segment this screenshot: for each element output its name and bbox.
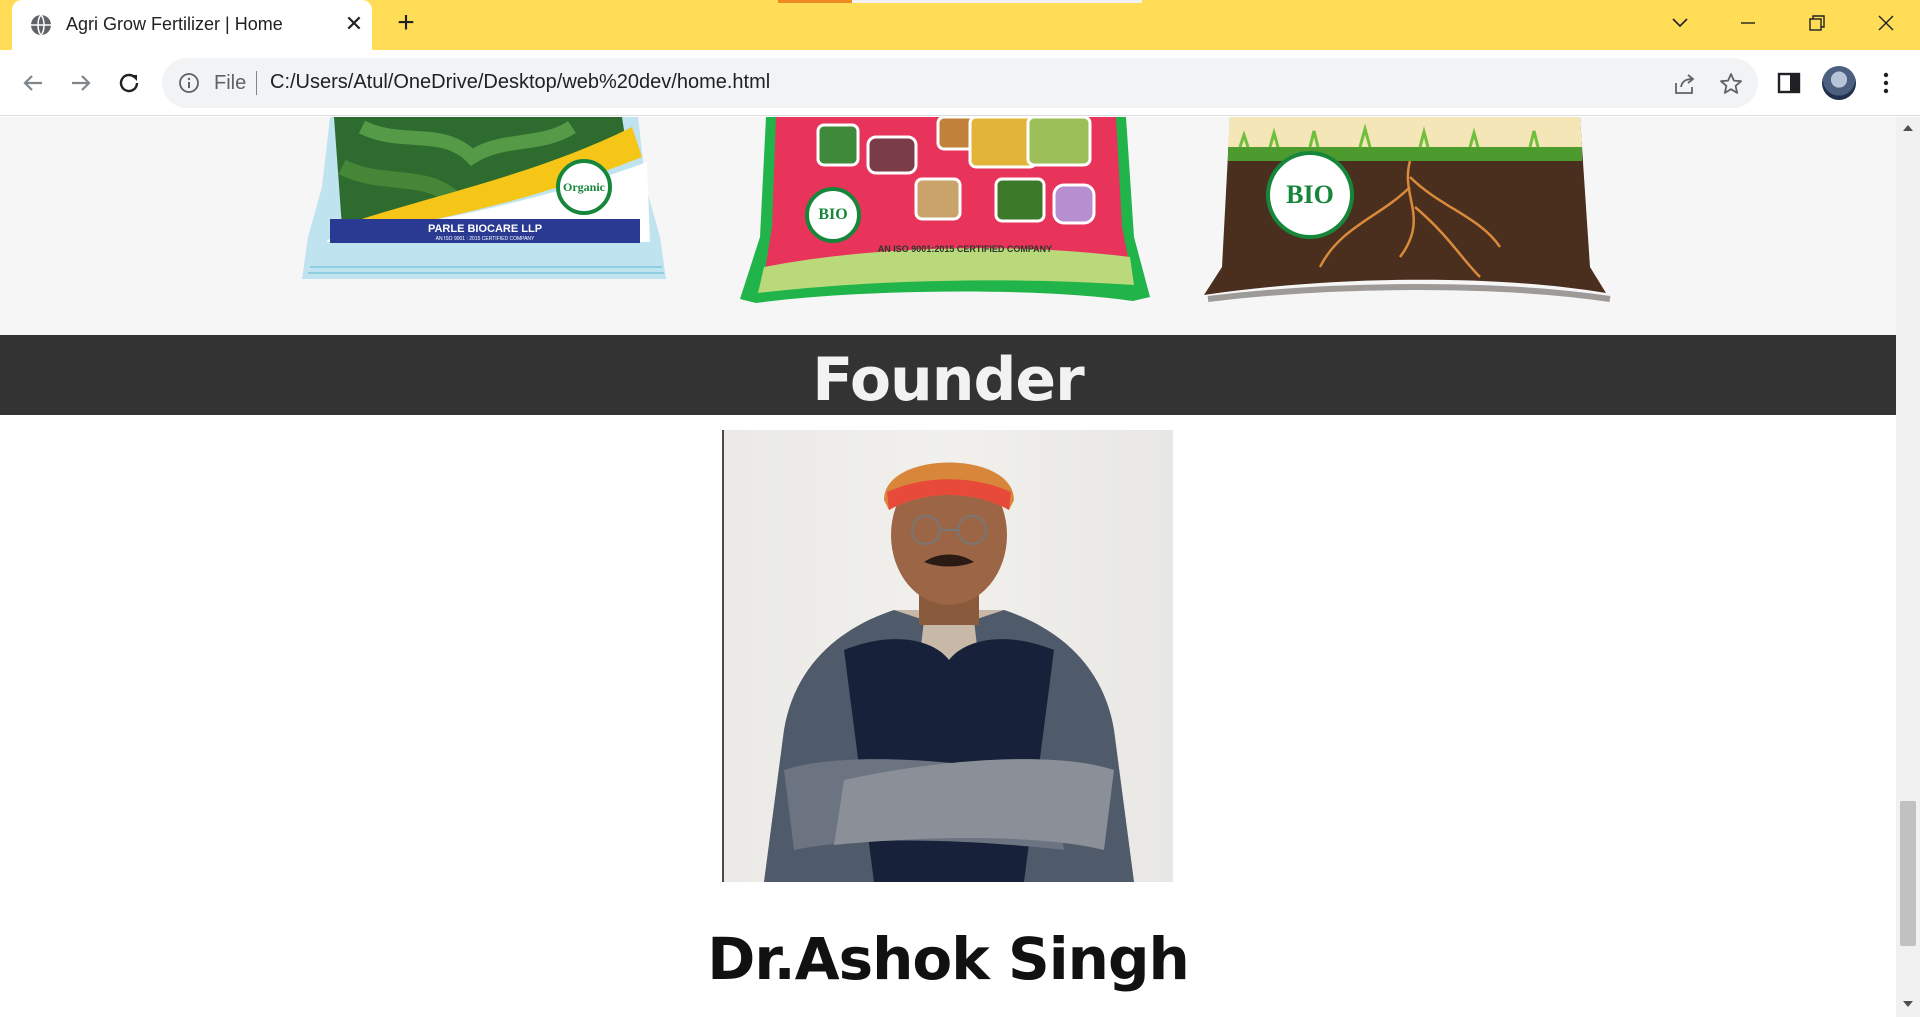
- avatar[interactable]: [1822, 66, 1856, 100]
- active-tab[interactable]: Agri Grow Fertilizer | Home ✕: [12, 0, 372, 50]
- forward-icon[interactable]: [64, 66, 98, 100]
- chevron-down-icon[interactable]: [1660, 6, 1700, 40]
- product-company-label: PARLE BIOCARE LLP: [427, 223, 543, 235]
- globe-icon: [31, 14, 51, 36]
- scrollbar-thumb[interactable]: [1900, 801, 1916, 946]
- close-icon[interactable]: ✕: [342, 10, 366, 38]
- page-viewport: Organic PARLE BIOCARE LLP AN ISO 9001 : …: [0, 117, 1896, 1017]
- tab-strip: Agri Grow Fertilizer | Home ✕ +: [0, 0, 1920, 50]
- share-icon[interactable]: [1672, 71, 1698, 97]
- tab-strip-accent: [778, 0, 852, 3]
- browser-toolbar: File C:/Users/Atul/OneDrive/Desktop/web%…: [0, 50, 1920, 116]
- scroll-down-icon[interactable]: [1902, 999, 1914, 1009]
- organic-badge: Organic: [556, 159, 612, 215]
- page-scrollbar[interactable]: [1896, 117, 1920, 1017]
- window-close-icon[interactable]: [1866, 6, 1906, 40]
- star-icon[interactable]: [1718, 71, 1744, 97]
- info-icon[interactable]: [178, 72, 200, 94]
- address-bar[interactable]: File C:/Users/Atul/OneDrive/Desktop/web%…: [162, 58, 1758, 108]
- founder-photo: [722, 430, 1173, 882]
- product-certification-label-2: AN ISO 9001:2015 CERTIFIED COMPANY: [877, 244, 1053, 254]
- plus-icon[interactable]: +: [390, 8, 422, 40]
- reload-icon[interactable]: [112, 66, 146, 100]
- scroll-up-icon[interactable]: [1902, 123, 1914, 133]
- side-panel-icon[interactable]: [1776, 70, 1802, 96]
- product-image-bio-soil[interactable]: [1200, 117, 1614, 307]
- tab-strip-highlight: [852, 0, 1142, 3]
- products-section: Organic PARLE BIOCARE LLP AN ISO 9001 : …: [0, 117, 1896, 335]
- back-icon[interactable]: [16, 66, 50, 100]
- tab-title: Agri Grow Fertilizer | Home: [66, 14, 283, 34]
- minimize-icon[interactable]: [1728, 6, 1768, 40]
- founder-name: Dr.Ashok Singh: [707, 925, 1190, 993]
- url-scheme: File: [214, 72, 247, 94]
- restore-icon[interactable]: [1796, 6, 1836, 40]
- url-text[interactable]: C:/Users/Atul/OneDrive/Desktop/web%20dev…: [270, 71, 770, 94]
- founder-portrait-illustration: [764, 462, 1134, 882]
- founder-heading: Founder: [812, 345, 1084, 415]
- product-image-organic[interactable]: [302, 117, 668, 279]
- menu-icon[interactable]: [1876, 68, 1896, 98]
- bio-badge-soil: BIO: [1266, 151, 1354, 239]
- product-certification-label: AN ISO 9001 : 2015 CERTIFIED COMPANY: [435, 236, 535, 242]
- url-separator: [256, 71, 257, 95]
- founder-banner: Founder: [0, 335, 1896, 415]
- bio-badge-green: BIO: [805, 187, 861, 243]
- product-image-bio-green[interactable]: [738, 117, 1152, 307]
